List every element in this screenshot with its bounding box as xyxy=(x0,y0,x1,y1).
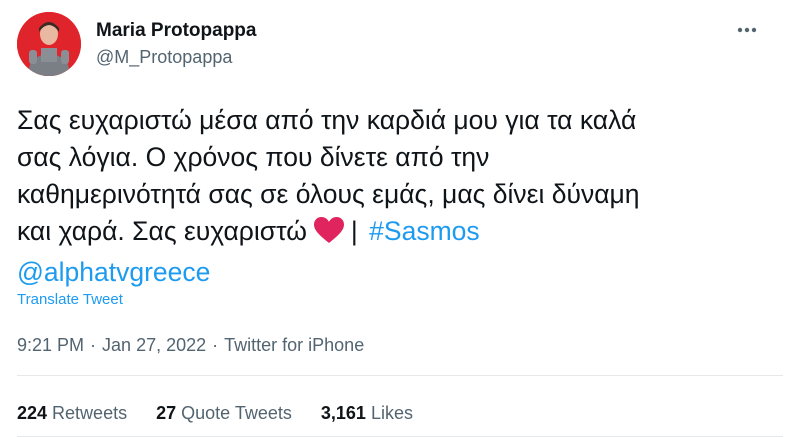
hashtag-link[interactable]: #Sasmos xyxy=(369,216,479,246)
divider xyxy=(17,375,783,376)
more-options-button[interactable] xyxy=(732,18,762,42)
author-handle[interactable]: @M_Protopappa xyxy=(96,47,232,68)
tweet: Maria Protopappa @M_Protopappa Σας ευχαρ… xyxy=(0,0,800,437)
heart-icon xyxy=(313,216,345,254)
avatar-photo xyxy=(17,12,81,76)
tweet-line-last: και χαρά. Σας ευχαριστώ | #Sasmos xyxy=(17,213,787,254)
tweet-date[interactable]: Jan 27, 2022 xyxy=(102,335,206,355)
tweet-source[interactable]: Twitter for iPhone xyxy=(224,335,364,355)
mention-link[interactable]: @alphatvgreece xyxy=(17,257,210,287)
tweet-line: σας λόγια. Ο χρόνος που δίνετε από την xyxy=(17,142,490,172)
likes-count: 3,161 xyxy=(320,403,366,423)
quote-tweets-label: Quote Tweets xyxy=(181,403,292,423)
tweet-meta: 9:21 PM · Jan 27, 2022 · Twitter for iPhone xyxy=(17,335,364,356)
tweet-time[interactable]: 9:21 PM xyxy=(17,335,84,355)
meta-dot: · xyxy=(212,335,219,355)
tweet-stats: 224 Retweets 27 Quote Tweets 3,161 Likes xyxy=(17,403,437,424)
likes-label: Likes xyxy=(370,403,413,423)
tweet-line-mention: @alphatvgreece xyxy=(17,254,787,291)
likes-stat[interactable]: 3,161 Likes xyxy=(321,403,413,423)
tweet-line: καθημερινότητά σας σε όλους εμάς, μας δί… xyxy=(17,179,640,209)
more-icon xyxy=(737,27,757,33)
retweets-count: 224 xyxy=(17,403,48,423)
retweets-stat[interactable]: 224 Retweets xyxy=(17,403,127,423)
author-name[interactable]: Maria Protopappa xyxy=(96,20,256,42)
quote-tweets-stat[interactable]: 27 Quote Tweets xyxy=(156,403,292,423)
tweet-line-text: και χαρά. Σας ευχαριστώ xyxy=(17,216,307,246)
tweet-line: Σας ευχαριστώ μέσα από την καρδιά μου γι… xyxy=(17,105,637,135)
tweet-text: Σας ευχαριστώ μέσα από την καρδιά μου γι… xyxy=(17,102,787,291)
translate-tweet-link[interactable]: Translate Tweet xyxy=(17,291,123,308)
retweets-label: Retweets xyxy=(52,403,128,423)
avatar[interactable] xyxy=(17,12,81,76)
quote-tweets-count: 27 xyxy=(156,403,177,423)
separator: | xyxy=(350,216,358,246)
meta-dot: · xyxy=(90,335,97,355)
